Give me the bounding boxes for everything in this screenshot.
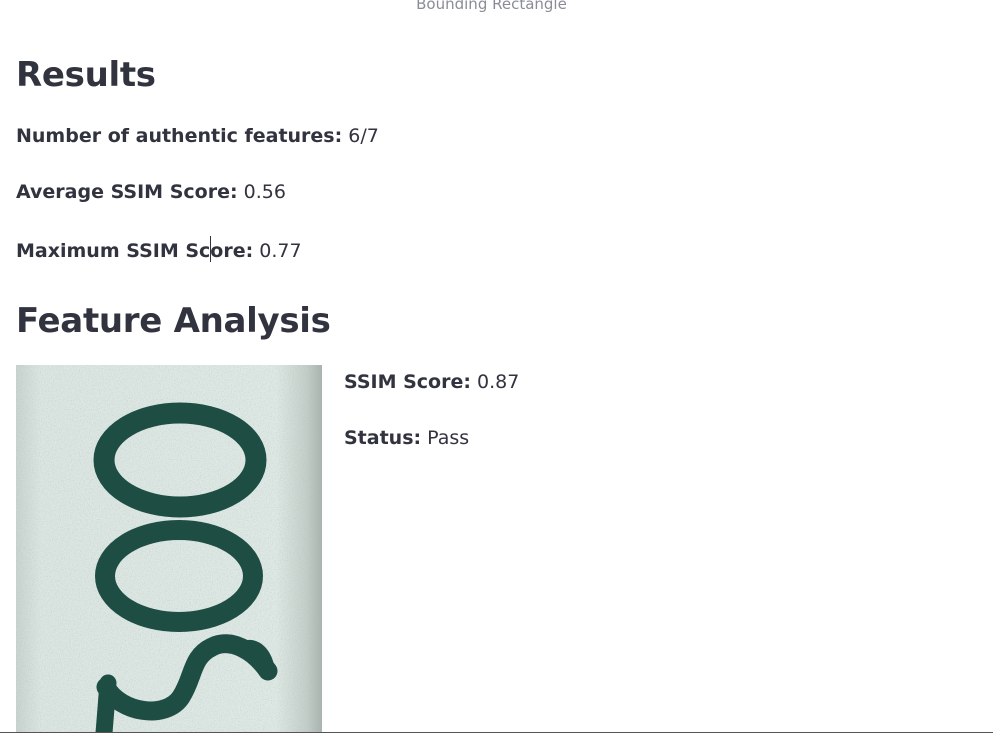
average-ssim-metric: Average SSIM Score: 0.56 (16, 180, 286, 204)
image-caption: Bounding Rectangle (416, 0, 567, 13)
feature-status-value: Pass (427, 427, 470, 449)
maximum-ssim-metric: Maximum SSIM Score: 0.77 (16, 236, 302, 263)
results-heading: Results (16, 55, 156, 95)
authentic-features-value: 6/7 (348, 125, 379, 147)
banknote-serial-crop (16, 365, 322, 733)
feature-status-label: Status: (344, 427, 422, 449)
maximum-ssim-label-part2: ore: (210, 240, 254, 262)
authentic-features-metric: Number of authentic features: 6/7 (16, 124, 379, 148)
average-ssim-value: 0.56 (243, 181, 286, 203)
maximum-ssim-label-part1: Maximum SSIM Sc (16, 240, 211, 262)
feature-analysis-heading: Feature Analysis (16, 301, 331, 341)
average-ssim-label: Average SSIM Score: (16, 181, 238, 203)
feature-status: Status: Pass (344, 426, 469, 450)
feature-ssim-score: SSIM Score: 0.87 (344, 370, 519, 394)
maximum-ssim-value: 0.77 (259, 240, 302, 262)
feature-ssim-label: SSIM Score: (344, 371, 471, 393)
authentic-features-label: Number of authentic features: (16, 125, 343, 147)
feature-crop-image (16, 365, 322, 733)
feature-ssim-value: 0.87 (477, 371, 520, 393)
